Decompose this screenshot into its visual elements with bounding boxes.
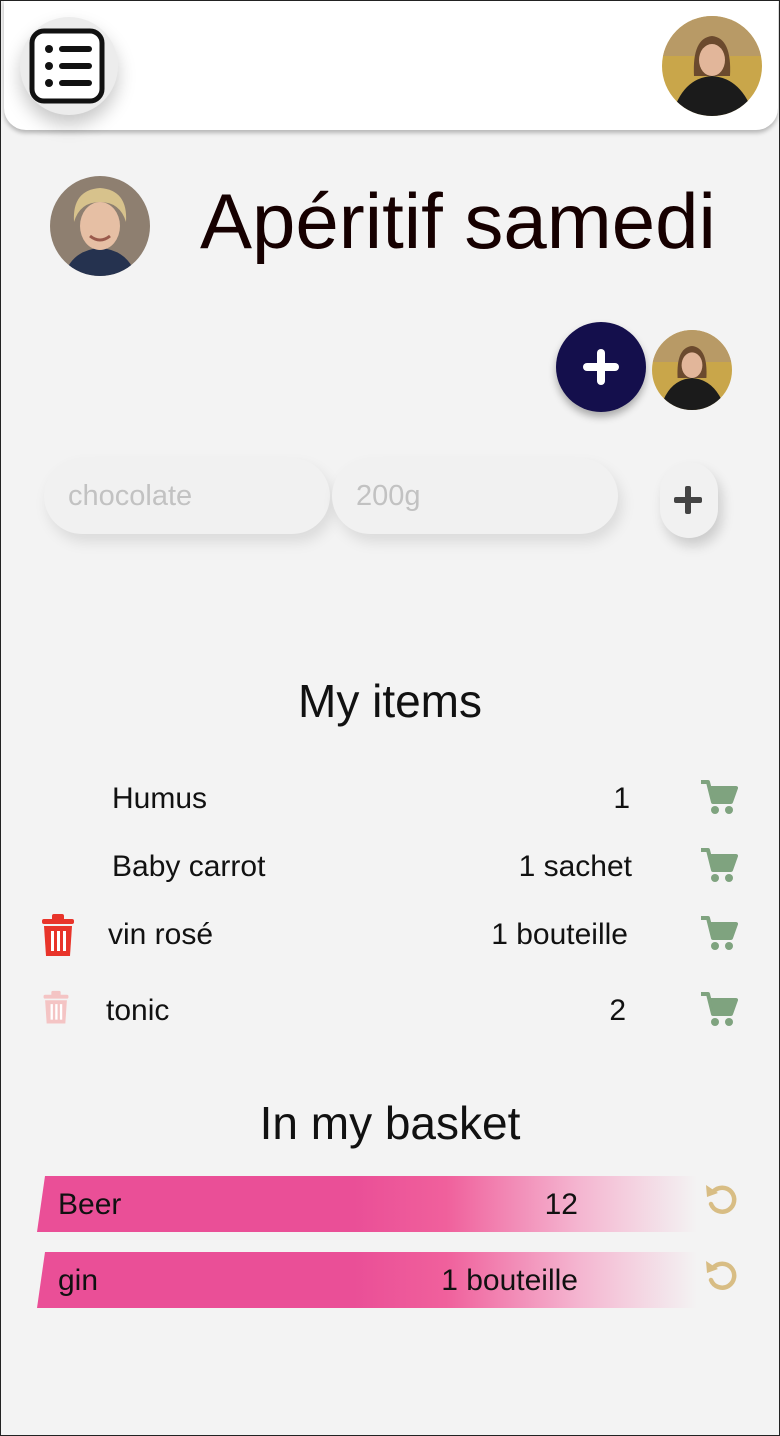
owner-avatar (50, 176, 150, 276)
item-name: Humus (112, 782, 208, 815)
item-quantity: 1 (613, 782, 630, 815)
cart-icon[interactable] (700, 916, 738, 957)
basket-item-bar (37, 1176, 697, 1232)
basket-item: gin 1 bouteille (0, 1252, 780, 1308)
item-name: tonic (106, 994, 170, 1027)
cart-icon[interactable] (700, 992, 738, 1033)
item-quantity: 2 (609, 994, 626, 1027)
list-icon (29, 28, 105, 104)
item-name: vin rosé (108, 918, 214, 951)
member-avatar (652, 330, 732, 410)
basket-item-bar (37, 1252, 697, 1308)
cart-icon[interactable] (700, 848, 738, 889)
basket-item: Beer 12 (0, 1176, 780, 1232)
item-name-input[interactable] (44, 458, 330, 534)
add-member-button[interactable] (556, 322, 646, 412)
undo-icon[interactable] (704, 1180, 740, 1221)
item-name: Baby carrot (112, 850, 266, 883)
cart-icon[interactable] (700, 780, 738, 821)
item-quantity: 1 bouteille (491, 918, 628, 951)
list-item: Humus 1 (0, 774, 780, 824)
trash-icon[interactable] (40, 914, 76, 963)
list-item: Baby carrot 1 sachet (0, 842, 780, 892)
page-title: Apéritif samedi (200, 177, 716, 265)
add-item-button[interactable] (660, 462, 718, 538)
basket-item-quantity: 1 bouteille (441, 1264, 578, 1297)
basket-heading: In my basket (259, 1097, 521, 1149)
trash-icon[interactable] (42, 990, 70, 1031)
user-avatar[interactable] (662, 16, 762, 116)
basket-item-name: Beer (58, 1188, 122, 1221)
basket-item-quantity: 12 (544, 1188, 578, 1221)
undo-icon[interactable] (704, 1256, 740, 1297)
my-items-heading: My items (298, 675, 482, 727)
plus-icon (583, 349, 619, 385)
list-item: vin rosé 1 bouteille (0, 910, 780, 960)
list-item: tonic 2 (0, 986, 780, 1036)
plus-icon (674, 486, 702, 514)
basket-item-name: gin (58, 1264, 99, 1297)
item-quantity: 1 sachet (518, 850, 632, 883)
item-quantity-input[interactable] (332, 458, 618, 534)
menu-button[interactable] (20, 17, 118, 115)
